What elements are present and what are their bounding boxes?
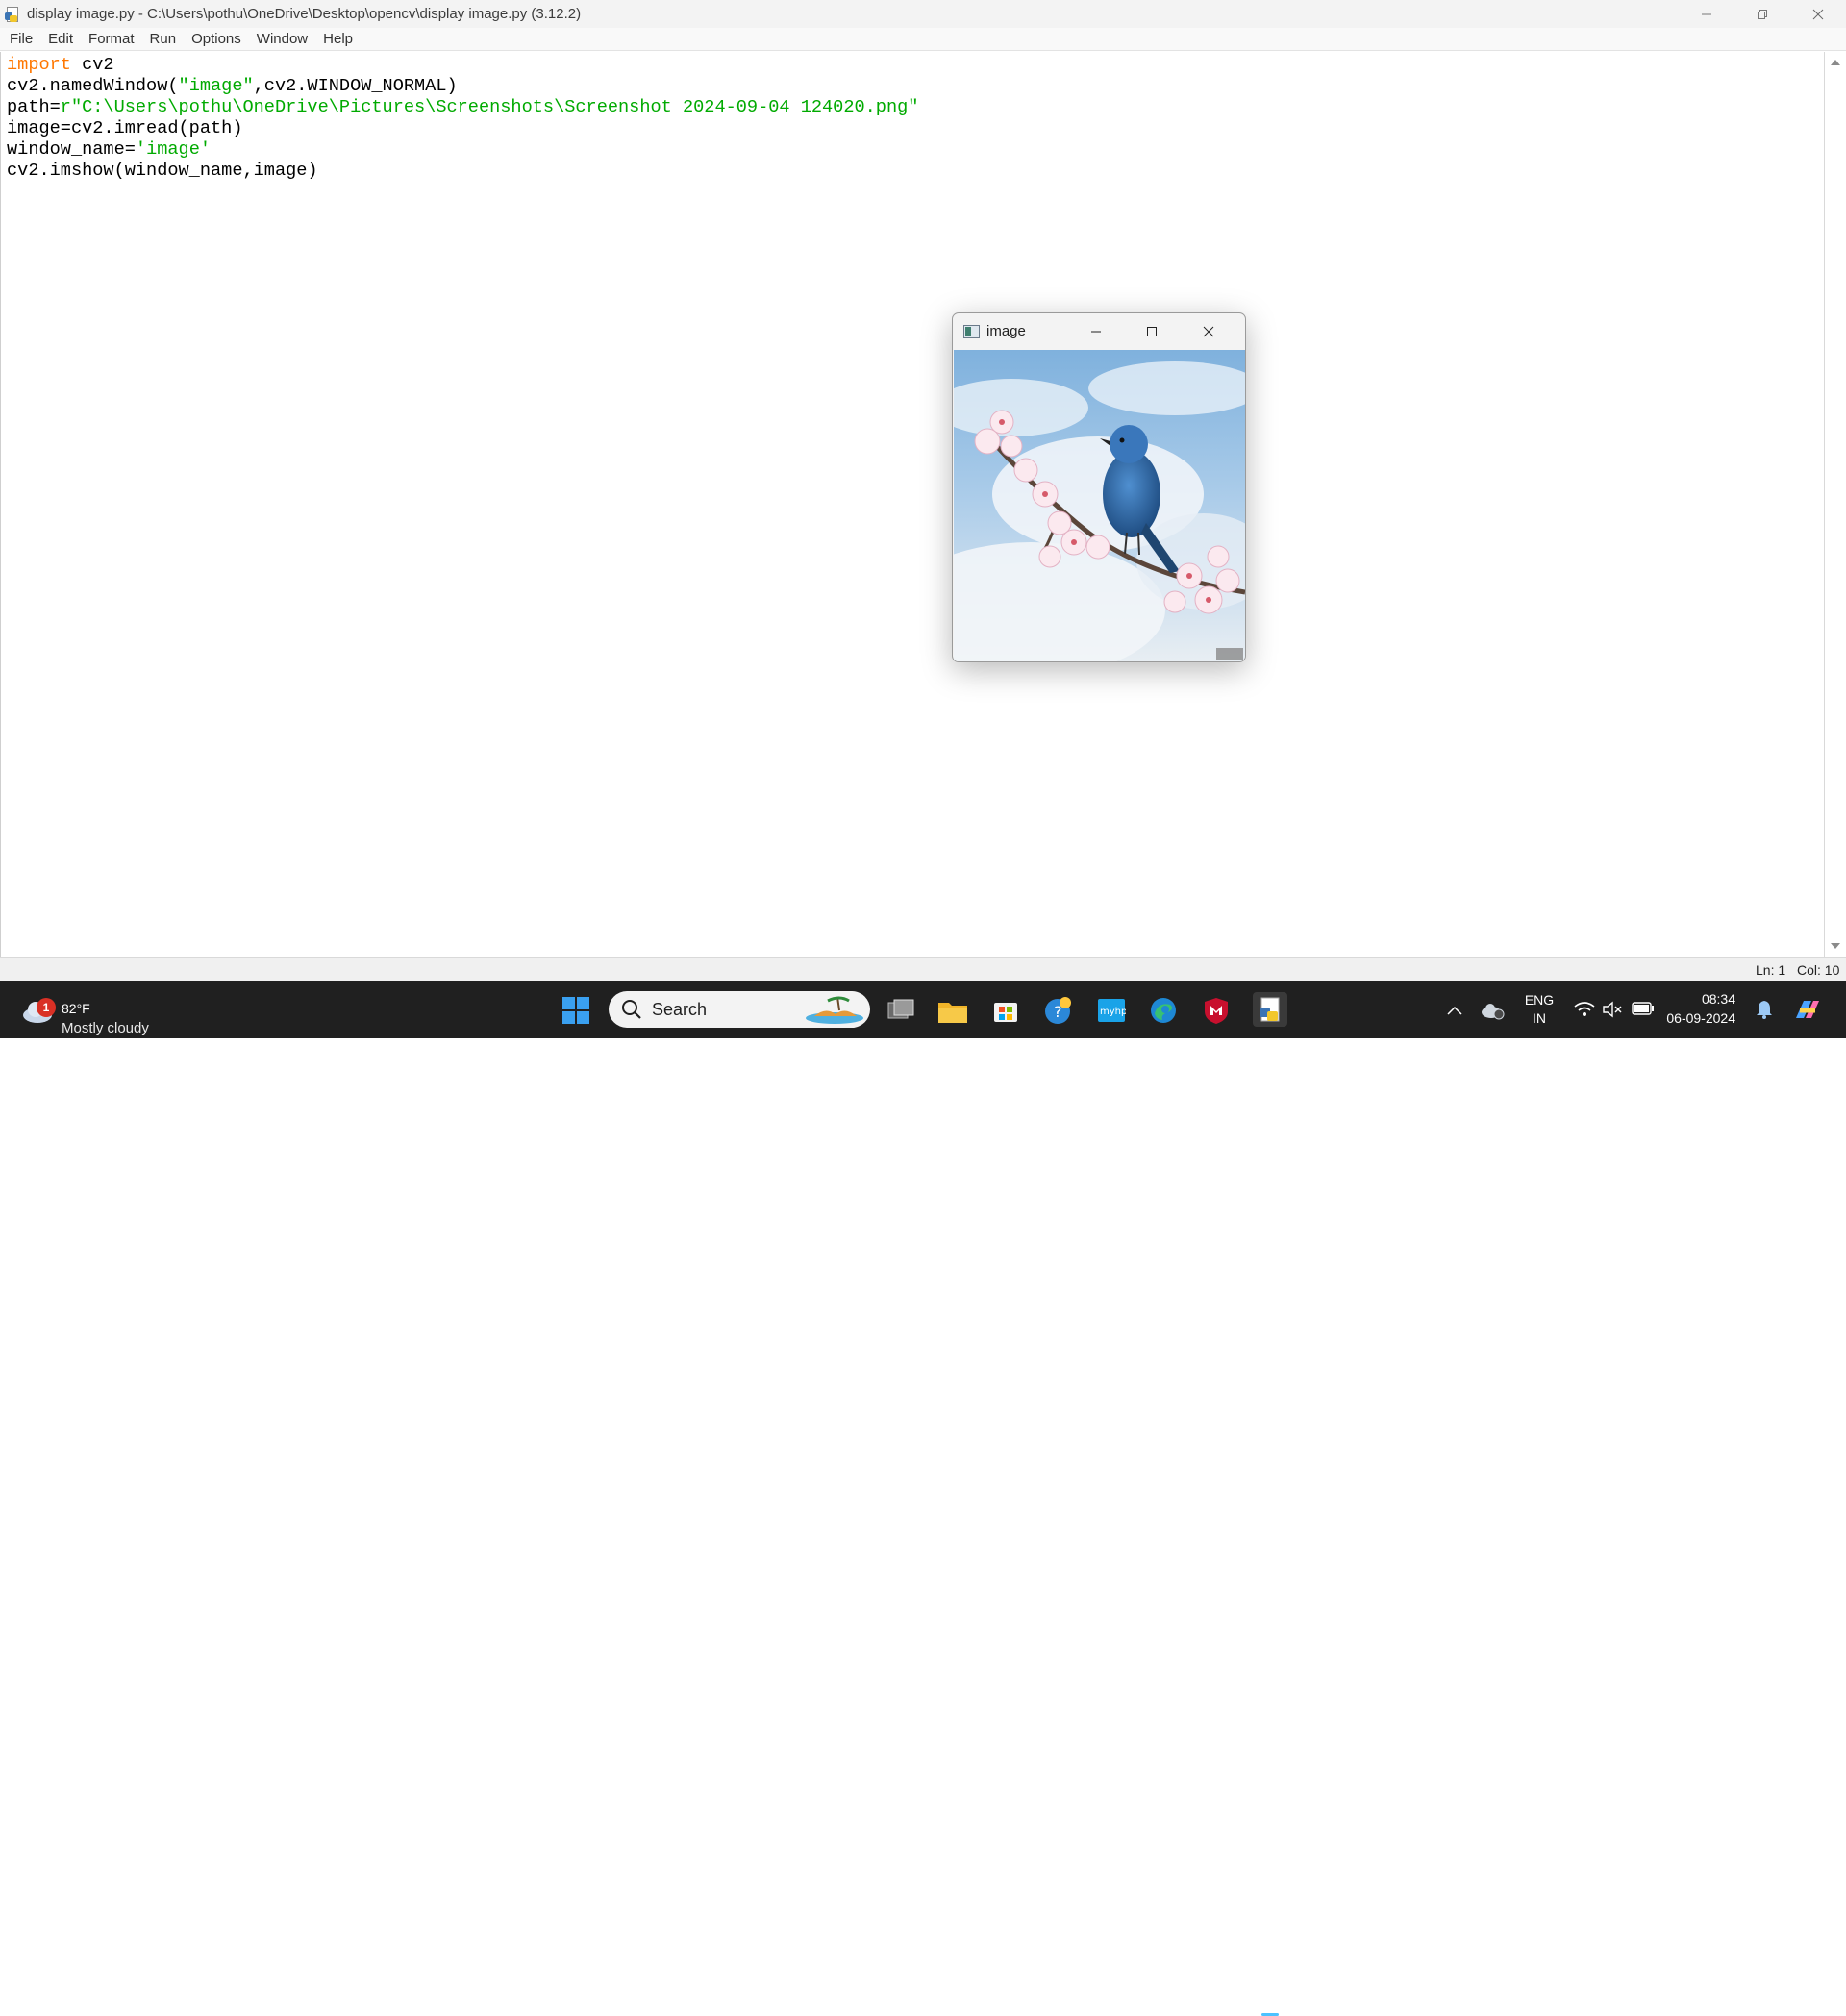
image-maximize-button[interactable] bbox=[1124, 313, 1180, 349]
menu-help[interactable]: Help bbox=[315, 28, 361, 51]
restore-button[interactable] bbox=[1734, 0, 1790, 28]
code-token: path= bbox=[7, 97, 61, 117]
taskbar: 1 82°F Mostly cloudy ? myhp bbox=[0, 981, 1846, 2016]
opencv-image-window[interactable]: image bbox=[952, 312, 1246, 662]
image-window-title: image bbox=[986, 323, 1026, 339]
folder-icon bbox=[938, 1003, 967, 1023]
search-icon bbox=[622, 1000, 641, 1019]
vertical-scrollbar[interactable] bbox=[1825, 52, 1846, 957]
column-number: Col: 10 bbox=[1797, 962, 1840, 978]
edge-icon bbox=[1151, 998, 1176, 1023]
code-line-1: import cv2 bbox=[7, 55, 918, 76]
task-view-icon bbox=[887, 999, 914, 1019]
battery-icon[interactable] bbox=[1632, 1002, 1655, 1015]
close-icon bbox=[1812, 9, 1824, 19]
get-help-button[interactable]: ? bbox=[1042, 994, 1075, 1027]
idle-taskbar-button[interactable] bbox=[1253, 992, 1287, 1027]
keyword-import: import bbox=[7, 55, 71, 75]
string-literal: r"C:\Users\pothu\OneDrive\Pictures\Scree… bbox=[60, 97, 919, 117]
python-idle-icon bbox=[1260, 997, 1280, 1022]
menu-format[interactable]: Format bbox=[81, 28, 142, 51]
weather-widget[interactable]: 1 82°F Mostly cloudy bbox=[19, 990, 173, 1036]
editor-title-bar[interactable]: display image.py - C:\Users\pothu\OneDri… bbox=[0, 0, 1846, 28]
code-token: cv2 bbox=[70, 55, 114, 75]
code-token: window_name= bbox=[7, 139, 136, 160]
mcafee-shield-icon bbox=[1205, 998, 1228, 1024]
taskbar-search-box[interactable]: Search bbox=[609, 991, 870, 1028]
resize-grip[interactable] bbox=[1216, 648, 1243, 660]
microsoft-store-button[interactable] bbox=[989, 994, 1022, 1027]
menu-bar: File Edit Format Run Options Window Help bbox=[0, 28, 1846, 51]
maximize-icon bbox=[1147, 326, 1157, 336]
notification-bell-icon[interactable] bbox=[1756, 1000, 1773, 1019]
chevron-up-icon bbox=[1447, 1006, 1462, 1015]
help-icon: ? bbox=[1045, 997, 1071, 1024]
code-editor[interactable]: import cv2 cv2.namedWindow("image",cv2.WI… bbox=[0, 52, 1825, 957]
language-indicator-top[interactable]: ENG bbox=[1522, 992, 1557, 1008]
search-highlight-icon bbox=[806, 996, 863, 1024]
file-explorer-button[interactable] bbox=[936, 994, 969, 1027]
svg-text:myhp: myhp bbox=[1100, 1007, 1126, 1017]
weather-condition: Mostly cloudy bbox=[62, 1020, 149, 1036]
temperature: 82°F bbox=[62, 1001, 90, 1016]
edge-browser-button[interactable] bbox=[1147, 994, 1180, 1027]
code-token: ,cv2.WINDOW_NORMAL) bbox=[253, 76, 458, 96]
minimize-icon bbox=[1702, 13, 1711, 14]
displayed-bird-image bbox=[954, 350, 1245, 661]
window-app-icon bbox=[963, 324, 980, 338]
search-label: Search bbox=[652, 999, 708, 1019]
string-literal: "image" bbox=[178, 76, 254, 96]
show-hidden-icons-button[interactable] bbox=[1438, 994, 1471, 1027]
store-icon bbox=[994, 1003, 1017, 1022]
menu-options[interactable]: Options bbox=[184, 28, 249, 51]
bird-on-blossom-picture bbox=[954, 350, 1245, 661]
menu-file[interactable]: File bbox=[2, 28, 40, 51]
myhp-button[interactable]: myhp bbox=[1095, 994, 1128, 1027]
code-line-3: path=r"C:\Users\pothu\OneDrive\Pictures\… bbox=[7, 97, 918, 118]
image-close-button[interactable] bbox=[1181, 313, 1236, 349]
menu-edit[interactable]: Edit bbox=[40, 28, 81, 51]
minimize-icon bbox=[1091, 331, 1101, 332]
clock-time[interactable]: 08:34 bbox=[1666, 991, 1735, 1007]
task-view-button[interactable] bbox=[885, 994, 917, 1027]
code-token: cv2.namedWindow( bbox=[7, 76, 179, 96]
string-literal: 'image' bbox=[135, 139, 212, 160]
code-line-2: cv2.namedWindow("image",cv2.WINDOW_NORMA… bbox=[7, 76, 918, 97]
scroll-down-icon[interactable] bbox=[1831, 943, 1840, 949]
speaker-muted-icon[interactable] bbox=[1602, 1001, 1623, 1018]
svg-text:?: ? bbox=[1054, 1003, 1062, 1021]
copilot-icon[interactable] bbox=[1792, 997, 1823, 1024]
image-minimize-button[interactable] bbox=[1068, 313, 1124, 349]
close-button[interactable] bbox=[1790, 0, 1846, 28]
code-line-4: image=cv2.imread(path) bbox=[7, 118, 243, 138]
code-line-5: window_name='image' bbox=[7, 139, 918, 161]
onedrive-cloud-icon bbox=[1482, 1004, 1505, 1020]
language-indicator-bottom[interactable]: IN bbox=[1522, 1010, 1557, 1026]
code-line-6: cv2.imshow(window_name,image) bbox=[7, 161, 318, 181]
start-button[interactable] bbox=[560, 994, 592, 1027]
mcafee-button[interactable] bbox=[1200, 994, 1233, 1027]
code-text[interactable]: import cv2 cv2.namedWindow("image",cv2.WI… bbox=[7, 55, 918, 182]
close-icon bbox=[1203, 326, 1214, 336]
line-number: Ln: 1 bbox=[1756, 962, 1786, 978]
windows-start-icon bbox=[562, 997, 589, 1024]
scroll-up-icon[interactable] bbox=[1831, 60, 1840, 65]
menu-run[interactable]: Run bbox=[142, 28, 185, 51]
wifi-icon[interactable] bbox=[1574, 1001, 1595, 1018]
python-file-icon bbox=[5, 6, 20, 22]
weather-alert-badge: 1 bbox=[37, 998, 56, 1017]
status-bar: Ln: 1 Col: 10 bbox=[0, 957, 1846, 981]
minimize-button[interactable] bbox=[1679, 0, 1734, 28]
onedrive-tray-button[interactable] bbox=[1476, 994, 1509, 1027]
window-title: display image.py - C:\Users\pothu\OneDri… bbox=[27, 6, 582, 22]
clock-date[interactable]: 06-09-2024 bbox=[1666, 1010, 1735, 1026]
myhp-icon: myhp bbox=[1098, 999, 1126, 1022]
menu-window[interactable]: Window bbox=[249, 28, 315, 51]
restore-icon bbox=[1758, 9, 1767, 19]
